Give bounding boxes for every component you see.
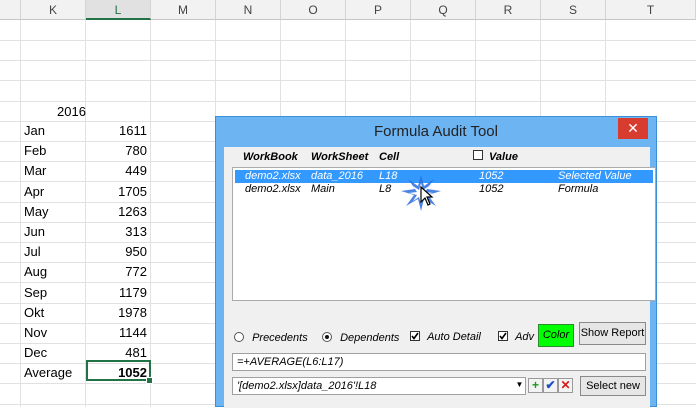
value-cell[interactable]: 313 bbox=[86, 221, 147, 241]
entry-worksheet: Main bbox=[311, 183, 335, 195]
grid-hline bbox=[0, 60, 696, 61]
grid-hline bbox=[0, 101, 696, 102]
adv-option[interactable]: Adv bbox=[498, 331, 534, 343]
auto-detail-option[interactable]: Auto Detail bbox=[410, 331, 481, 343]
precedents-label: Precedents bbox=[252, 332, 308, 344]
value-cell[interactable]: 1611 bbox=[86, 120, 147, 140]
month-label-cell[interactable]: Dec bbox=[24, 342, 47, 362]
fill-handle[interactable] bbox=[146, 377, 153, 384]
adv-checkbox[interactable] bbox=[498, 331, 508, 341]
formula-field[interactable]: =+AVERAGE(L6:L17) bbox=[232, 353, 646, 371]
color-button[interactable]: Color bbox=[538, 324, 574, 347]
precedents-option[interactable]: Precedents bbox=[234, 332, 308, 344]
value-cell[interactable]: 449 bbox=[86, 160, 147, 180]
value-checkbox[interactable] bbox=[473, 150, 483, 160]
column-header[interactable]: R bbox=[476, 0, 541, 20]
column-header[interactable]: M bbox=[151, 0, 216, 20]
audit-list[interactable]: demo2.xlsx data_2016 L18 1052 Selected V… bbox=[232, 167, 656, 301]
column-header[interactable]: N bbox=[216, 0, 281, 20]
sheet-corner[interactable] bbox=[0, 0, 21, 20]
column-header[interactable]: P bbox=[346, 0, 411, 20]
cancel-x-icon[interactable]: ✕ bbox=[558, 378, 573, 393]
mouse-cursor-icon bbox=[420, 186, 434, 206]
column-header[interactable]: T bbox=[606, 0, 696, 20]
header-workbook: WorkBook bbox=[243, 151, 298, 163]
header-cell: Cell bbox=[379, 151, 400, 163]
entry-value: 1052 bbox=[479, 183, 504, 195]
month-label-cell[interactable]: Feb bbox=[24, 140, 46, 160]
entry-cell: L8 bbox=[379, 183, 392, 195]
month-label-cell[interactable]: Sep bbox=[24, 282, 47, 302]
grid-vline bbox=[20, 20, 21, 407]
month-label-cell[interactable]: Apr bbox=[24, 181, 44, 201]
reference-combo[interactable]: '[demo2.xlsx]data_2016'!L18 bbox=[232, 377, 526, 395]
grid-hline bbox=[0, 40, 696, 41]
column-header[interactable]: K bbox=[21, 0, 86, 20]
entry-workbook: demo2.xlsx bbox=[245, 183, 301, 195]
grid-vline bbox=[150, 20, 151, 407]
month-label-cell[interactable]: Okt bbox=[24, 302, 44, 322]
header-worksheet: WorkSheet bbox=[311, 151, 369, 163]
month-label-cell[interactable]: Average bbox=[24, 362, 72, 382]
column-header[interactable]: O bbox=[281, 0, 346, 20]
entry-type: Formula bbox=[558, 183, 599, 195]
select-new-button[interactable]: Select new bbox=[580, 376, 646, 396]
list-item[interactable]: demo2.xlsx Main L8 1052 Formula bbox=[235, 183, 653, 196]
value-cell[interactable]: 1144 bbox=[86, 322, 147, 342]
value-cell[interactable]: 950 bbox=[86, 241, 147, 261]
value-cell[interactable]: 1179 bbox=[86, 282, 147, 302]
list-item[interactable]: demo2.xlsx data_2016 L18 1052 Selected V… bbox=[235, 170, 653, 183]
adv-label: Adv bbox=[515, 331, 535, 343]
entry-worksheet: data_2016 bbox=[311, 170, 363, 182]
confirm-check-icon[interactable]: ✔ bbox=[543, 378, 558, 393]
dependents-label: Dependents bbox=[340, 332, 400, 344]
auto-detail-checkbox[interactable] bbox=[410, 331, 420, 341]
dropdown-arrow-icon[interactable]: ▼ bbox=[512, 378, 527, 393]
month-label-cell[interactable]: Jun bbox=[24, 221, 45, 241]
month-label-cell[interactable]: Jul bbox=[24, 241, 41, 261]
entry-cell: L18 bbox=[379, 170, 398, 182]
show-report-button[interactable]: Show Report bbox=[579, 322, 646, 345]
month-label-cell[interactable]: Mar bbox=[24, 160, 46, 180]
active-cell-border bbox=[86, 360, 151, 381]
month-label-cell[interactable]: May bbox=[24, 201, 49, 221]
month-label-cell[interactable]: Aug bbox=[24, 261, 47, 281]
month-label-cell[interactable]: Nov bbox=[24, 322, 47, 342]
column-header[interactable]: S bbox=[541, 0, 606, 20]
auto-detail-label: Auto Detail bbox=[427, 331, 481, 343]
month-label-cell[interactable]: Jan bbox=[24, 120, 45, 140]
precedents-radio[interactable] bbox=[234, 332, 244, 342]
dependents-option[interactable]: Dependents bbox=[322, 332, 399, 344]
dialog-title: Formula Audit Tool bbox=[374, 123, 498, 140]
entry-value: 1052 bbox=[479, 170, 504, 182]
column-header[interactable]: L bbox=[86, 0, 151, 20]
close-button[interactable]: ✕ bbox=[618, 118, 648, 139]
value-cell[interactable]: 1978 bbox=[86, 302, 147, 322]
year-cell[interactable]: 2016 bbox=[57, 101, 86, 121]
dialog-body: WorkBook WorkSheet Cell Value demo2.xlsx… bbox=[224, 147, 656, 408]
entry-type: Selected Value bbox=[558, 170, 632, 182]
grid-hline bbox=[0, 80, 696, 81]
formula-audit-dialog: Formula Audit Tool ✕ WorkBook WorkSheet … bbox=[215, 116, 657, 408]
value-cell[interactable]: 780 bbox=[86, 140, 147, 160]
entry-workbook: demo2.xlsx bbox=[245, 170, 301, 182]
value-cell[interactable]: 1705 bbox=[86, 181, 147, 201]
dependents-radio[interactable] bbox=[322, 332, 332, 342]
value-cell[interactable]: 772 bbox=[86, 261, 147, 281]
header-value: Value bbox=[489, 151, 518, 163]
column-header[interactable]: Q bbox=[411, 0, 476, 20]
value-cell[interactable]: 481 bbox=[86, 342, 147, 362]
value-cell[interactable]: 1263 bbox=[86, 201, 147, 221]
add-icon[interactable]: + bbox=[528, 378, 543, 393]
